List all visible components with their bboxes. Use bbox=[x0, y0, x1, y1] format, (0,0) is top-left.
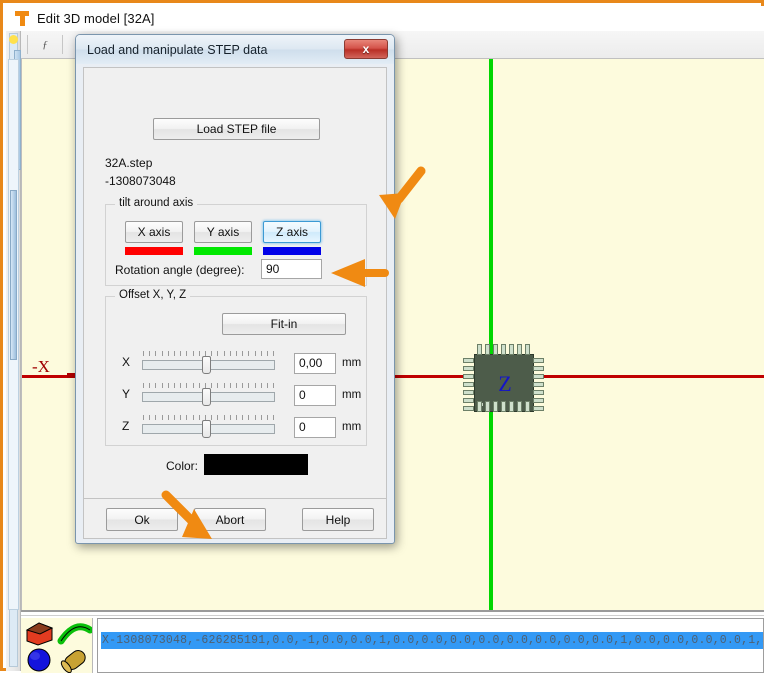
chip-pin bbox=[493, 401, 498, 412]
y-axis-line bbox=[489, 59, 493, 610]
chip-pin bbox=[509, 344, 514, 355]
offset-y-unit: mm bbox=[342, 389, 362, 401]
model-code-textbox[interactable]: X-1308073048,-626285191,0.0,-1,0.0,0.0,1… bbox=[97, 618, 764, 673]
offset-x-slider-thumb[interactable] bbox=[202, 356, 211, 374]
chip-pin bbox=[493, 344, 498, 355]
chip-pin bbox=[509, 401, 514, 412]
arc-icon[interactable] bbox=[57, 618, 92, 646]
rotation-angle-label: Rotation angle (degree): bbox=[115, 263, 245, 277]
viewport-vertical-scrollbar[interactable] bbox=[8, 59, 19, 610]
offset-x-input[interactable]: 0,00 bbox=[294, 353, 336, 374]
chip-pin bbox=[533, 374, 544, 379]
offset-x-label: X bbox=[122, 355, 131, 369]
x-axis-color-bar bbox=[125, 247, 183, 255]
offset-y-label: Y bbox=[122, 387, 131, 401]
chip-pin bbox=[525, 401, 530, 412]
x-axis-button[interactable]: X axis bbox=[125, 221, 183, 243]
bottom-panel: X-1308073048,-626285191,0.0,-1,0.0,0.0,1… bbox=[21, 610, 764, 673]
chip-pin bbox=[477, 344, 482, 355]
offset-z-label: Z bbox=[122, 419, 130, 433]
chip-pin bbox=[485, 401, 490, 412]
status-dot-icon bbox=[9, 35, 18, 44]
dialog-title-bar: Load and manipulate STEP data x bbox=[76, 35, 394, 64]
chip-pin bbox=[463, 398, 474, 403]
chip-pin bbox=[533, 366, 544, 371]
offset-row-z: Z 0 mm bbox=[106, 412, 368, 440]
help-button[interactable]: Help bbox=[302, 508, 374, 531]
window-title-bar: Edit 3D model [32A] bbox=[6, 6, 764, 31]
load-step-dialog: Load and manipulate STEP data x Load STE… bbox=[75, 34, 426, 544]
ok-button[interactable]: Ok bbox=[106, 508, 178, 531]
chip-pin bbox=[463, 374, 474, 379]
offset-row-x: X 0,00 mm bbox=[106, 348, 368, 376]
z-axis-button[interactable]: Z axis bbox=[263, 221, 321, 243]
offset-z-slider-thumb[interactable] bbox=[202, 420, 211, 438]
chip-pin bbox=[485, 344, 490, 355]
chip-pin bbox=[463, 382, 474, 387]
y-axis-button[interactable]: Y axis bbox=[194, 221, 252, 243]
cube-icon[interactable] bbox=[21, 618, 57, 646]
tilt-group-title: tilt around axis bbox=[115, 197, 198, 209]
chip-pin bbox=[477, 401, 482, 412]
color-swatch[interactable] bbox=[204, 454, 308, 475]
fit-in-button[interactable]: Fit-in bbox=[222, 313, 346, 335]
offset-x-unit: mm bbox=[342, 357, 362, 369]
offset-y-input[interactable]: 0 bbox=[294, 385, 336, 406]
chip-pin bbox=[517, 401, 522, 412]
offset-y-slider-thumb[interactable] bbox=[202, 388, 211, 406]
x-axis-label: -X bbox=[32, 357, 50, 376]
toolbar-divider bbox=[27, 35, 28, 54]
offset-z-input[interactable]: 0 bbox=[294, 417, 336, 438]
application-window: Edit 3D model [32A] ƒ -X Z X-1308073048,… bbox=[0, 0, 764, 673]
cylinder-icon[interactable] bbox=[57, 646, 92, 673]
chip-pin bbox=[525, 344, 530, 355]
offset-group: Offset X, Y, Z Fit-in X 0,00 mm Y 0 mm Z… bbox=[105, 289, 368, 446]
loaded-file-hash: -1308073048 bbox=[105, 174, 176, 188]
offset-z-unit: mm bbox=[342, 421, 362, 433]
load-step-file-button[interactable]: Load STEP file bbox=[153, 118, 320, 140]
chip-pin bbox=[501, 344, 506, 355]
chip-3d-model[interactable]: Z bbox=[456, 342, 551, 414]
model-code-text[interactable]: X-1308073048,-626285191,0.0,-1,0.0,0.0,1… bbox=[101, 632, 763, 649]
viewport-scrollbar-thumb[interactable] bbox=[10, 190, 17, 360]
abort-button[interactable]: Abort bbox=[194, 508, 266, 531]
rotation-angle-input[interactable]: 90 bbox=[261, 259, 322, 279]
toolbar-divider bbox=[62, 35, 63, 54]
color-label: Color: bbox=[166, 459, 199, 473]
window-title: Edit 3D model [32A] bbox=[37, 11, 155, 26]
sphere-icon[interactable] bbox=[21, 646, 57, 673]
chip-pin bbox=[533, 382, 544, 387]
chip-pin bbox=[533, 406, 544, 411]
loaded-file-name: 32A.step bbox=[105, 156, 153, 170]
shape-palette[interactable] bbox=[21, 618, 93, 673]
chip-pin bbox=[501, 401, 506, 412]
function-italic-icon[interactable]: ƒ bbox=[34, 34, 56, 56]
offset-group-title: Offset X, Y, Z bbox=[115, 289, 191, 301]
offset-row-y: Y 0 mm bbox=[106, 380, 368, 408]
dialog-footer: Ok Abort Help bbox=[83, 499, 387, 539]
close-icon[interactable]: x bbox=[344, 39, 388, 59]
dialog-body: Load STEP file 32A.step -1308073048 tilt… bbox=[83, 67, 387, 499]
z-axis-color-bar bbox=[263, 247, 321, 255]
chip-pin bbox=[517, 344, 522, 355]
chip-pin bbox=[533, 358, 544, 363]
chip-pin bbox=[533, 390, 544, 395]
chip-pin bbox=[463, 406, 474, 411]
tilt-around-axis-group: tilt around axis X axis Y axis Z axis Ro… bbox=[105, 197, 367, 286]
chip-pin bbox=[533, 398, 544, 403]
chip-pin bbox=[463, 366, 474, 371]
chip-pin bbox=[463, 390, 474, 395]
t-logo-icon bbox=[15, 11, 29, 26]
panel-divider bbox=[21, 615, 764, 616]
dialog-title: Load and manipulate STEP data bbox=[87, 42, 268, 57]
y-axis-color-bar bbox=[194, 247, 252, 255]
chip-pin bbox=[463, 358, 474, 363]
